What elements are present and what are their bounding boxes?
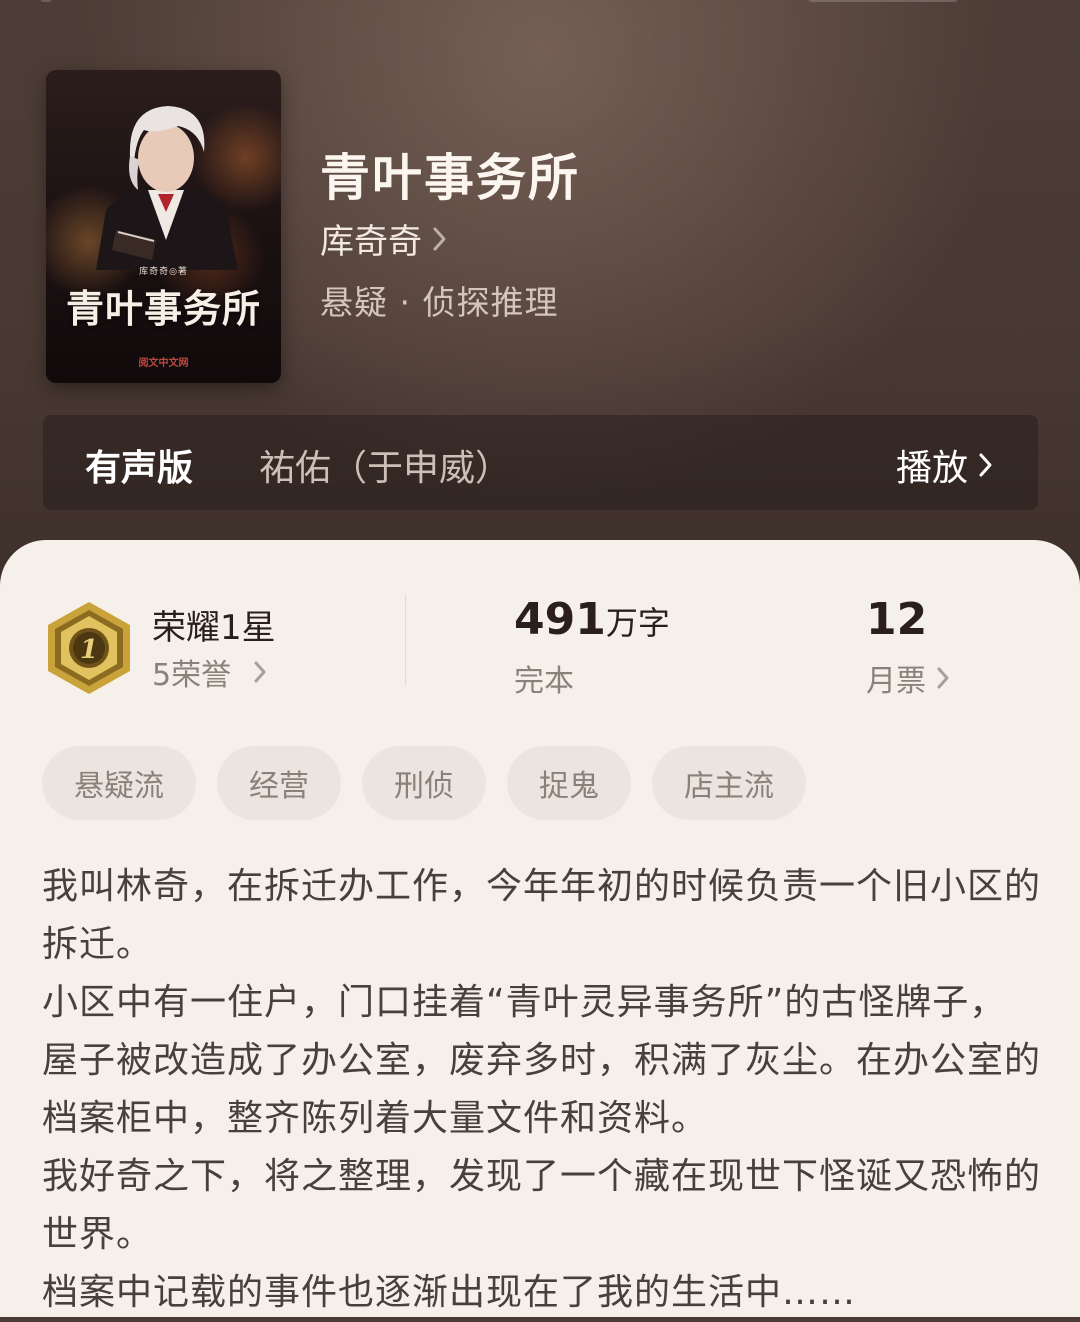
- stats-divider: [405, 594, 406, 686]
- chevron-right-icon: [979, 453, 992, 477]
- tag-chip[interactable]: 店主流: [652, 746, 806, 820]
- medal-number: 1: [80, 635, 98, 665]
- cover-publisher-logo: 阅文中文网: [138, 358, 189, 369]
- synopsis-paragraph: 档案中记载的事件也逐渐出现在了我的生活中……: [42, 1272, 857, 1313]
- completion-status: 完本: [514, 664, 574, 699]
- cover-portrait-illustration: [96, 106, 238, 270]
- audio-version-label: 有声版: [85, 448, 194, 489]
- honor-medal-icon: 1: [48, 602, 130, 694]
- cover-title: 青叶事务所: [65, 286, 261, 331]
- tag-chip[interactable]: 捉鬼: [507, 746, 631, 820]
- book-title: 青叶事务所: [320, 148, 580, 207]
- tag-chip[interactable]: 悬疑流: [42, 746, 196, 820]
- author-link[interactable]: 库奇奇: [320, 214, 448, 263]
- tag-list: 悬疑流 经营 刑侦 捉鬼 店主流: [42, 746, 827, 820]
- chevron-right-icon: [937, 667, 949, 689]
- synopsis-paragraph: 我叫林奇，在拆迁办工作，今年年初的时候负责一个旧小区的拆迁。: [42, 866, 1042, 965]
- honor-points: 5荣誉: [152, 658, 232, 693]
- tag-chip[interactable]: 经营: [217, 746, 341, 820]
- cover-author-tag: 库奇奇◎著: [139, 267, 188, 277]
- tag-chip[interactable]: 刑侦: [362, 746, 486, 820]
- honor-title: 荣耀1星: [152, 608, 276, 648]
- top-bar-hint: [40, 0, 52, 2]
- narrator-name: 祐佑（于申威）: [259, 448, 512, 489]
- monthly-ticket-label: 月票: [866, 664, 926, 699]
- genre-label: 悬疑 · 侦探推理: [320, 283, 559, 322]
- chevron-right-icon: [433, 227, 446, 250]
- monthly-ticket-link[interactable]: 月票: [866, 656, 950, 700]
- play-label: 播放: [895, 448, 968, 489]
- play-button[interactable]: 播放: [896, 439, 994, 491]
- honor-link[interactable]: 5荣誉: [152, 650, 267, 694]
- author-name: 库奇奇: [320, 222, 422, 262]
- audio-version-bar[interactable]: 有声版 祐佑（于申威） 播放: [43, 415, 1038, 510]
- synopsis-paragraph: 我好奇之下，将之整理，发现了一个藏在现世下怪诞又恐怖的世界。: [42, 1156, 1042, 1255]
- monthly-ticket-count: 12: [866, 594, 928, 645]
- word-count-number: 491: [514, 594, 606, 645]
- word-count: 491万字: [514, 594, 670, 645]
- synopsis-paragraph: 小区中有一住户，门口挂着“青叶灵异事务所”的古怪牌子，屋子被改造成了办公室，废弃…: [42, 982, 1042, 1139]
- book-cover[interactable]: 库奇奇◎著 青叶事务所 阅文中文网: [46, 70, 281, 383]
- chevron-right-icon: [254, 661, 266, 683]
- word-count-unit: 万字: [605, 604, 670, 642]
- synopsis: 我叫林奇，在拆迁办工作，今年年初的时候负责一个旧小区的拆迁。 小区中有一住户，门…: [42, 858, 1042, 1322]
- top-bar-hint: [808, 0, 958, 2]
